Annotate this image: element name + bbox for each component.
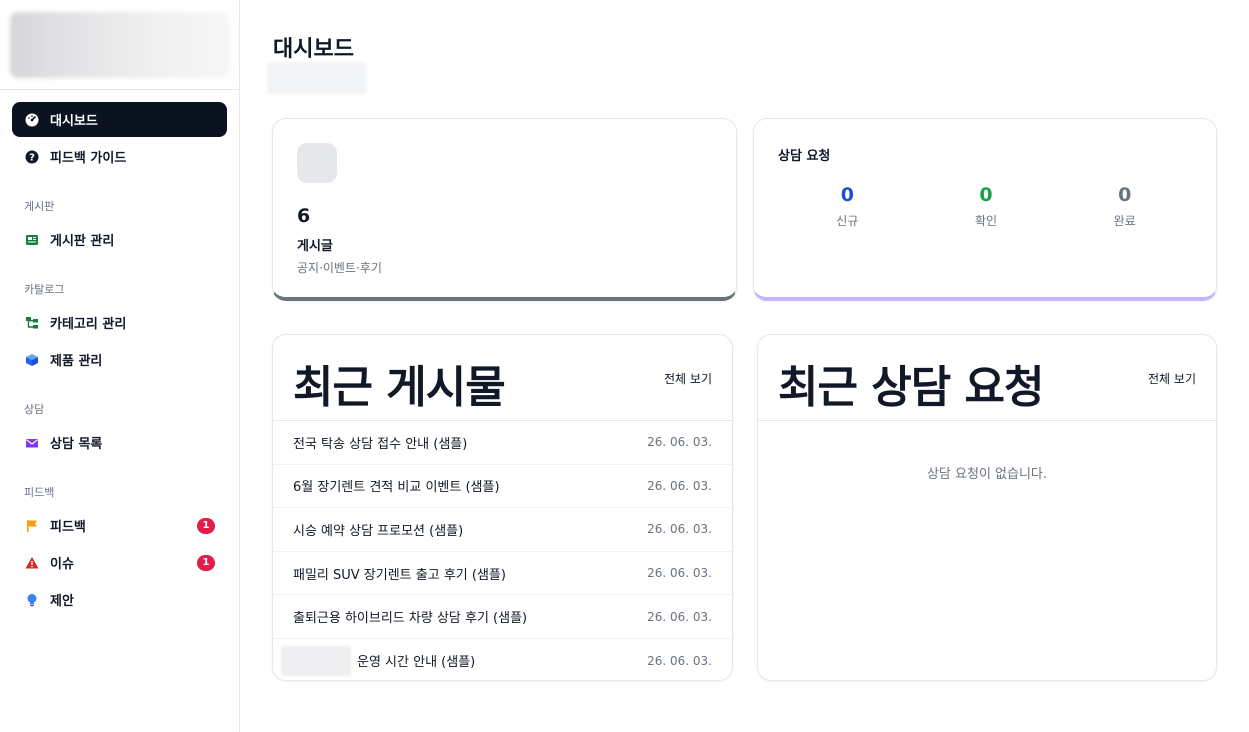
recent-posts-view-all-link[interactable]: 전체 보기 xyxy=(664,370,712,387)
sidebar-item-feedback[interactable]: 피드백 1 xyxy=(12,508,227,543)
sidebar-section-board: 게시판 xyxy=(24,200,55,213)
posts-label: 게시글 xyxy=(297,239,333,254)
sidebar-item-suggestion[interactable]: 제안 xyxy=(12,582,227,617)
recent-posts-list: 전국 탁송 상담 접수 안내 (샘플) 26. 06. 03. 6월 장기렌트 … xyxy=(273,421,732,680)
post-date: 26. 06. 03. xyxy=(647,478,712,493)
main-content: 대시보드 6 게시글 공지·이벤트·후기 상담 요청 0 신규 0 확인 0 완… xyxy=(240,0,1249,732)
consult-confirmed-count: 0 xyxy=(979,184,993,206)
sidebar-nav: 대시보드 ? 피드백 가이드 게시판 게시판 관리 카탈로그 카테고리 관리 제… xyxy=(0,90,239,631)
list-item[interactable]: 6월 장기렌트 견적 비교 이벤트 (샘플) 26. 06. 03. xyxy=(273,465,732,509)
sidebar-item-label: 상담 목록 xyxy=(50,437,103,452)
sidebar-item-consult-list[interactable]: 상담 목록 xyxy=(12,425,227,460)
list-item[interactable]: 전국 탁송 상담 접수 안내 (샘플) 26. 06. 03. xyxy=(273,421,732,465)
sidebar-item-label: 피드백 가이드 xyxy=(50,151,127,166)
sidebar-section-feedback: 피드백 xyxy=(24,486,55,499)
post-date: 26. 06. 03. xyxy=(647,522,712,537)
sidebar-section-consult: 상담 xyxy=(24,403,45,416)
post-title: 시승 예약 상담 프로모션 (샘플) xyxy=(293,523,464,539)
sidebar-section-catalog: 카탈로그 xyxy=(24,283,65,296)
post-title: 운영 시간 안내 (샘플) xyxy=(357,655,476,671)
recent-posts-header: 최근 게시물 전체 보기 xyxy=(273,335,732,421)
flag-icon xyxy=(24,518,40,534)
consult-done-label: 완료 xyxy=(1113,214,1136,228)
post-date: 26. 06. 03. xyxy=(647,653,712,668)
consult-new-count: 0 xyxy=(840,184,854,206)
consult-card-title: 상담 요청 xyxy=(778,149,831,164)
box-icon xyxy=(24,352,40,368)
posts-desc: 공지·이벤트·후기 xyxy=(297,261,382,275)
recent-consults-view-all-link[interactable]: 전체 보기 xyxy=(1148,370,1196,387)
consult-confirmed-label: 확인 xyxy=(974,214,998,228)
post-title: 전국 탁송 상담 접수 안내 (샘플) xyxy=(293,436,468,452)
posts-icon xyxy=(297,143,337,183)
sidebar-item-category-manage[interactable]: 카테고리 관리 xyxy=(12,305,227,340)
consult-new-label: 신규 xyxy=(836,214,859,228)
consult-stat-new: 0 신규 xyxy=(778,184,917,229)
sidebar-item-issue[interactable]: 이슈 1 xyxy=(12,545,227,580)
sidebar-item-label: 제안 xyxy=(50,594,74,609)
lightbulb-icon xyxy=(24,592,40,608)
post-date: 26. 06. 03. xyxy=(647,609,712,624)
list-item[interactable]: 출퇴근용 하이브리드 차량 상담 후기 (샘플) 26. 06. 03. xyxy=(273,595,732,639)
sidebar: 대시보드 ? 피드백 가이드 게시판 게시판 관리 카탈로그 카테고리 관리 제… xyxy=(0,0,240,732)
recent-consults-empty: 상담 요청이 없습니다. xyxy=(926,467,1048,482)
post-title: 패밀리 SUV 장기렌트 출고 후기 (샘플) xyxy=(293,567,506,583)
list-item[interactable]: 시승 예약 상담 프로모션 (샘플) 26. 06. 03. xyxy=(273,508,732,552)
brand-area xyxy=(0,0,239,90)
gauge-icon xyxy=(24,112,40,128)
consult-stat-done: 0 완료 xyxy=(1055,184,1194,229)
warning-icon xyxy=(24,555,40,571)
envelope-icon xyxy=(24,435,40,451)
svg-text:?: ? xyxy=(29,152,35,163)
consult-stat-card[interactable]: 상담 요청 0 신규 0 확인 0 완료 xyxy=(753,118,1217,301)
consult-stat-confirmed: 0 확인 xyxy=(917,184,1056,229)
page-subtitle xyxy=(267,62,367,94)
sidebar-item-board-manage[interactable]: 게시판 관리 xyxy=(12,222,227,257)
list-item[interactable]: 패밀리 SUV 장기렌트 출고 후기 (샘플) 26. 06. 03. xyxy=(273,552,732,596)
brand-logo[interactable] xyxy=(10,12,230,78)
recent-consults-header: 최근 상담 요청 전체 보기 xyxy=(758,335,1216,421)
post-title-wrap: 운영 시간 안내 (샘플) xyxy=(281,645,476,676)
consult-done-count: 0 xyxy=(1118,184,1132,206)
sidebar-item-label: 게시판 관리 xyxy=(50,234,115,249)
post-date: 26. 06. 03. xyxy=(647,566,712,581)
sidebar-item-label: 피드백 xyxy=(50,520,86,535)
sidebar-item-feedback-guide[interactable]: ? 피드백 가이드 xyxy=(12,139,227,174)
sidebar-item-product-manage[interactable]: 제품 관리 xyxy=(12,342,227,377)
post-date: 26. 06. 03. xyxy=(647,435,712,450)
issue-count-badge: 1 xyxy=(197,554,215,571)
posts-count: 6 xyxy=(297,205,311,227)
consult-stats: 0 신규 0 확인 0 완료 xyxy=(778,184,1194,229)
post-title: 6월 장기렌트 견적 비교 이벤트 (샘플) xyxy=(293,480,500,496)
post-title: 출퇴근용 하이브리드 차량 상담 후기 (샘플) xyxy=(293,611,528,627)
sidebar-item-label: 대시보드 xyxy=(50,114,98,129)
page-title: 대시보드 xyxy=(273,37,354,62)
newspaper-icon xyxy=(24,232,40,248)
sidebar-item-dashboard[interactable]: 대시보드 xyxy=(12,102,227,137)
post-title-redacted xyxy=(281,645,351,676)
recent-consults-title: 최근 상담 요청 xyxy=(778,362,1045,413)
sitemap-icon xyxy=(24,315,40,331)
list-item[interactable]: 운영 시간 안내 (샘플) 26. 06. 03. xyxy=(273,639,732,680)
recent-posts-card: 최근 게시물 전체 보기 전국 탁송 상담 접수 안내 (샘플) 26. 06.… xyxy=(272,334,733,681)
sidebar-item-label: 이슈 xyxy=(50,557,74,572)
recent-posts-title: 최근 게시물 xyxy=(293,362,506,413)
question-circle-icon: ? xyxy=(24,149,40,165)
posts-stat-card[interactable]: 6 게시글 공지·이벤트·후기 xyxy=(272,118,737,301)
recent-consults-card: 최근 상담 요청 전체 보기 상담 요청이 없습니다. xyxy=(757,334,1217,681)
sidebar-item-label: 카테고리 관리 xyxy=(50,317,127,332)
feedback-count-badge: 1 xyxy=(197,517,215,534)
sidebar-item-label: 제품 관리 xyxy=(50,354,103,369)
